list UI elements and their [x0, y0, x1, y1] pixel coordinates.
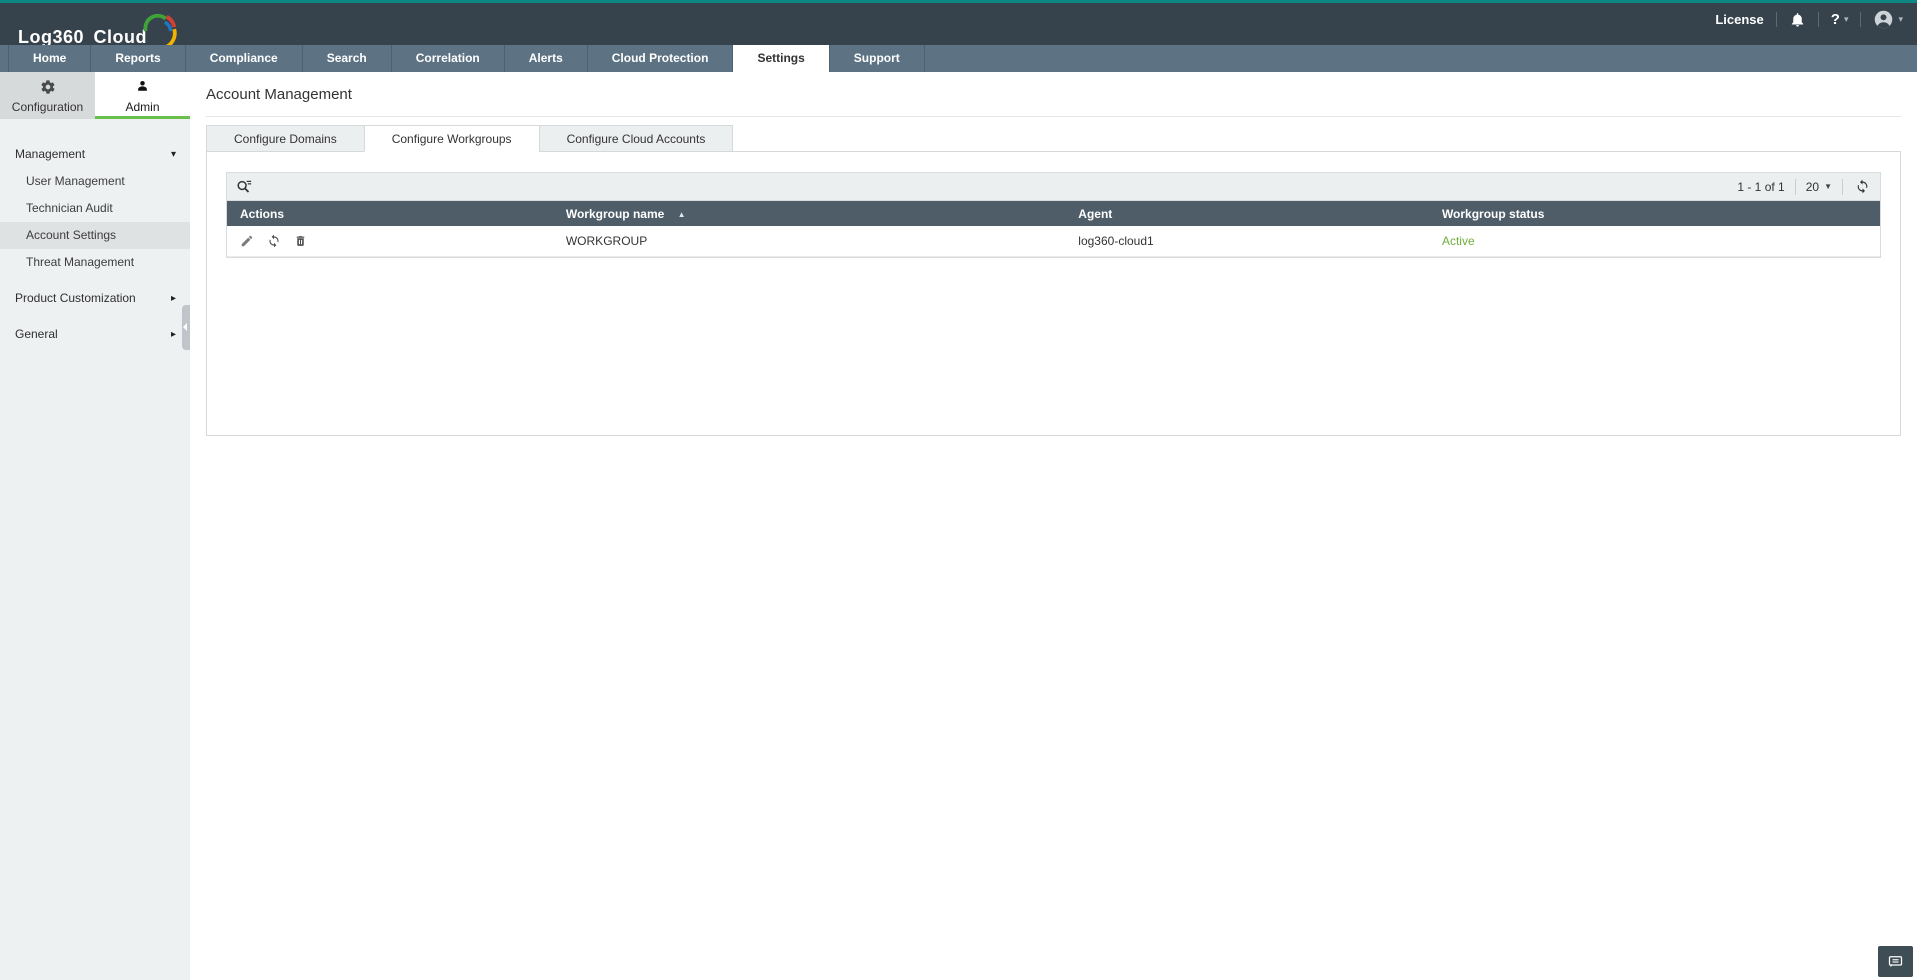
pagination: 1 - 1 of 1 20 ▼ [1737, 179, 1872, 195]
tab-configure-workgroups[interactable]: Configure Workgroups [364, 125, 539, 152]
page-size-dropdown[interactable]: 20 ▼ [1806, 180, 1832, 194]
page-title: Account Management [206, 72, 1901, 103]
row-actions [227, 234, 566, 248]
divider [1860, 12, 1861, 27]
edit-button[interactable] [240, 234, 254, 248]
user-avatar-icon [1873, 9, 1894, 30]
chat-bubble-icon [1886, 953, 1905, 971]
top-bar: Log360 Cloud License ? ▾ ▾ [0, 0, 1917, 45]
sidebar-item-account-settings[interactable]: Account Settings [0, 222, 190, 249]
workgroups-panel: 1 - 1 of 1 20 ▼ Actions [206, 151, 1901, 436]
admin-user-icon [135, 79, 150, 95]
pagination-range: 1 - 1 of 1 [1737, 180, 1784, 194]
nav-tab-correlation[interactable]: Correlation [391, 45, 504, 72]
nav-tab-reports[interactable]: Reports [90, 45, 184, 72]
notifications-button[interactable] [1789, 11, 1806, 28]
divider [1842, 179, 1843, 195]
caret-down-icon: ▾ [1844, 14, 1849, 25]
tab-configure-cloud-accounts[interactable]: Configure Cloud Accounts [539, 125, 734, 152]
sidebar-group-label: General [15, 327, 58, 341]
pencil-icon [240, 234, 254, 248]
help-icon: ? [1831, 11, 1840, 28]
refresh-button[interactable] [1853, 179, 1872, 194]
main-nav: Home Reports Compliance Search Correlati… [0, 45, 1917, 72]
cell-agent: log360-cloud1 [1078, 234, 1442, 248]
sidebar-group-label: Product Customization [15, 291, 136, 305]
sidebar-group-general[interactable]: General ▸ [0, 321, 190, 348]
chevron-right-icon: ▸ [171, 321, 176, 348]
status-badge: Active [1442, 234, 1880, 248]
nav-tab-support[interactable]: Support [829, 45, 925, 72]
nav-tab-settings[interactable]: Settings [732, 45, 828, 72]
column-header-actions: Actions [227, 207, 566, 221]
column-header-label: Workgroup name [566, 207, 664, 221]
table-toolbar: 1 - 1 of 1 20 ▼ [227, 173, 1880, 201]
bell-icon [1789, 11, 1806, 28]
help-menu-button[interactable]: ? ▾ [1831, 11, 1849, 28]
workgroups-table: 1 - 1 of 1 20 ▼ Actions [226, 172, 1881, 258]
tab-configure-domains[interactable]: Configure Domains [206, 125, 364, 152]
nav-tab-cloud-protection[interactable]: Cloud Protection [587, 45, 733, 72]
sort-asc-icon: ▲ [678, 210, 686, 219]
column-header-agent[interactable]: Agent [1078, 207, 1442, 221]
search-filter-icon [235, 178, 253, 196]
refresh-icon [1855, 179, 1870, 194]
cell-workgroup-name: WORKGROUP [566, 234, 1078, 248]
nav-tab-search[interactable]: Search [302, 45, 391, 72]
sidebar-tab-admin[interactable]: Admin [95, 72, 190, 119]
divider [1795, 179, 1796, 195]
sidebar-tab-label: Configuration [0, 100, 95, 114]
nav-tab-compliance[interactable]: Compliance [185, 45, 302, 72]
nav-tab-home[interactable]: Home [8, 45, 90, 72]
content-tabs: Configure Domains Configure Workgroups C… [206, 125, 1901, 152]
sync-icon [267, 234, 281, 248]
page-size-value: 20 [1806, 180, 1819, 194]
sidebar-tab-label: Admin [95, 100, 190, 114]
search-button[interactable] [235, 178, 253, 196]
sidebar-group-product-customization[interactable]: Product Customization ▸ [0, 285, 190, 312]
sidebar: Configuration Admin Management ▾ User Ma… [0, 72, 190, 980]
table-header-row: Actions Workgroup name ▲ Agent Workgroup… [227, 201, 1880, 226]
chat-button[interactable] [1878, 946, 1913, 977]
trash-icon [294, 234, 307, 248]
divider [1818, 12, 1819, 27]
nav-tab-alerts[interactable]: Alerts [504, 45, 587, 72]
license-button[interactable]: License [1715, 12, 1763, 27]
column-header-workgroup-status[interactable]: Workgroup status [1442, 207, 1880, 221]
sidebar-item-threat-management[interactable]: Threat Management [0, 249, 190, 276]
divider [206, 116, 1901, 117]
sidebar-item-technician-audit[interactable]: Technician Audit [0, 195, 190, 222]
sidebar-group-management[interactable]: Management ▾ [0, 141, 190, 168]
caret-down-icon: ▾ [1898, 14, 1903, 25]
chevron-down-icon: ▾ [171, 141, 176, 168]
sidebar-tab-configuration[interactable]: Configuration [0, 72, 95, 119]
column-header-workgroup-name[interactable]: Workgroup name ▲ [566, 207, 1078, 221]
table-row: WORKGROUP log360-cloud1 Active [227, 226, 1880, 257]
sidebar-item-user-management[interactable]: User Management [0, 168, 190, 195]
sync-button[interactable] [267, 234, 281, 248]
delete-button[interactable] [294, 234, 307, 248]
sidebar-collapse-handle[interactable] [182, 305, 190, 350]
gear-icon [40, 79, 56, 95]
account-menu-button[interactable]: ▾ [1873, 9, 1903, 30]
chevron-right-icon: ▸ [171, 285, 176, 312]
divider [1776, 12, 1777, 27]
main-content: Account Management Configure Domains Con… [190, 72, 1917, 980]
caret-down-icon: ▼ [1824, 182, 1832, 191]
sidebar-menu: Management ▾ User Management Technician … [0, 119, 190, 348]
sidebar-group-label: Management [15, 147, 85, 161]
